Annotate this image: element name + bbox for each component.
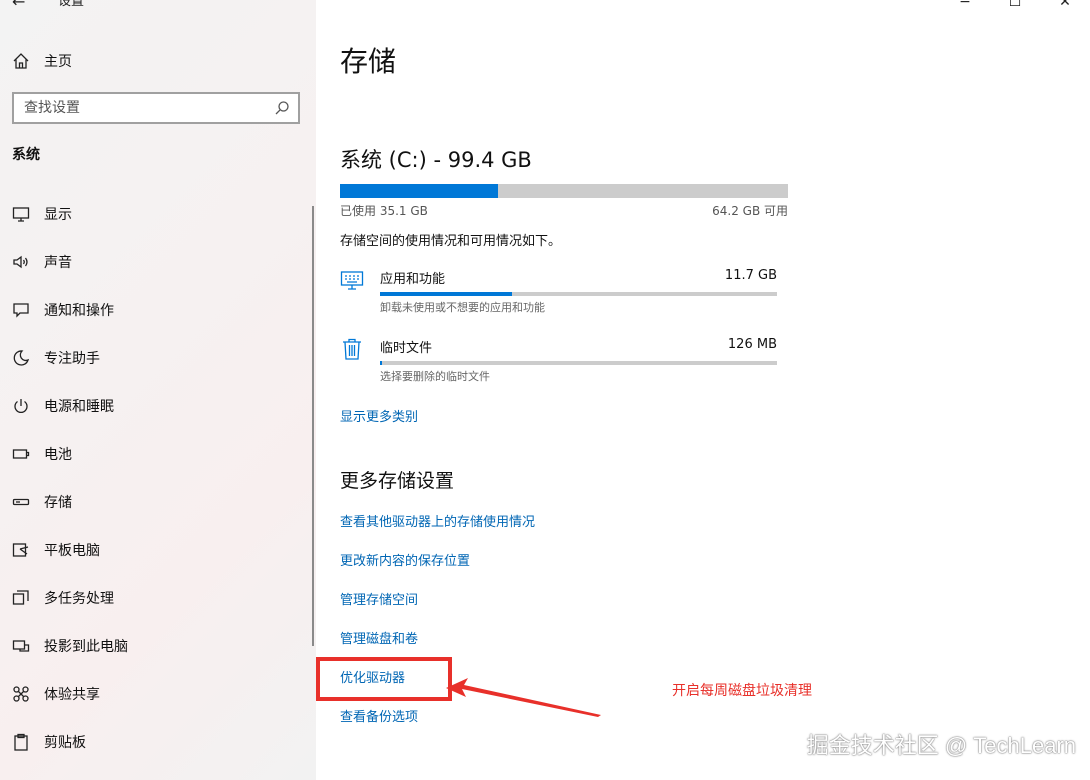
sidebar-item-label: 投影到此电脑 xyxy=(44,639,128,655)
usage-description: 存储空间的使用情况和可用情况如下。 xyxy=(340,234,562,249)
sidebar-item-label: 平板电脑 xyxy=(44,543,100,559)
app-title: 设置 xyxy=(58,0,85,9)
sidebar-item-label: 通知和操作 xyxy=(44,303,114,319)
category-usage-fill xyxy=(380,361,382,365)
sidebar-item-storage[interactable]: 存储 xyxy=(0,478,310,526)
sidebar-item-multitasking[interactable]: 多任务处理 xyxy=(0,574,310,622)
sidebar-item-sound[interactable]: 声音 xyxy=(0,238,310,286)
more-storage-settings-title: 更多存储设置 xyxy=(340,470,455,492)
search-box[interactable] xyxy=(12,92,300,124)
notification-icon xyxy=(12,301,30,319)
sidebar-item-focus-assist[interactable]: 专注助手 xyxy=(0,334,310,382)
battery-icon xyxy=(12,445,30,463)
category-size: 11.7 GB xyxy=(724,268,777,283)
speaker-icon xyxy=(12,253,30,271)
sidebar-item-label: 声音 xyxy=(44,255,72,271)
sidebar-item-battery[interactable]: 电池 xyxy=(0,430,310,478)
sidebar-item-tablet[interactable]: 平板电脑 xyxy=(0,526,310,574)
section-label: 系统 xyxy=(12,147,40,163)
view-backup-options-link[interactable]: 查看备份选项 xyxy=(340,706,418,725)
trash-icon xyxy=(343,338,361,360)
sidebar-item-label: 显示 xyxy=(44,207,72,223)
sidebar: ← 设置 主页 系统 显示 xyxy=(0,0,316,780)
sidebar-item-label: 主页 xyxy=(44,54,72,70)
category-apps-features[interactable]: 应用和功能 11.7 GB 卸载未使用或不想要的应用和功能 xyxy=(340,268,780,318)
annotation-text: 开启每周磁盘垃圾清理 xyxy=(672,683,812,699)
category-temp-files[interactable]: 临时文件 126 MB 选择要删除的临时文件 xyxy=(340,337,780,387)
project-icon xyxy=(12,637,30,655)
sidebar-scrollbar[interactable] xyxy=(312,206,314,646)
sidebar-item-label: 多任务处理 xyxy=(44,591,114,607)
clipboard-icon xyxy=(12,733,30,751)
sidebar-item-label: 电池 xyxy=(44,447,72,463)
watermark: 掘金技术社区 @ TechLearn xyxy=(806,733,1076,758)
manage-disks-volumes-link[interactable]: 管理磁盘和卷 xyxy=(340,628,418,647)
search-icon[interactable] xyxy=(274,100,290,116)
sidebar-item-label: 专注助手 xyxy=(44,351,100,367)
sidebar-nav: 显示 声音 通知和操作 专注助手 电源和睡眠 电池 存储 平板电脑 多任务处理 … xyxy=(0,190,310,766)
settings-window: ← 设置 主页 系统 显示 xyxy=(0,0,1090,780)
apps-icon xyxy=(340,271,364,290)
share-icon xyxy=(12,685,30,703)
drive-usage-bar xyxy=(340,184,788,198)
back-arrow-icon[interactable]: ← xyxy=(12,0,32,12)
window-controls: − ☐ ✕ xyxy=(940,0,1090,14)
sidebar-item-notifications[interactable]: 通知和操作 xyxy=(0,286,310,334)
power-icon xyxy=(12,397,30,415)
maximize-button[interactable]: ☐ xyxy=(990,0,1040,14)
sidebar-item-project-to-pc[interactable]: 投影到此电脑 xyxy=(0,622,310,670)
sidebar-item-label: 体验共享 xyxy=(44,687,100,703)
annotation-highlight-box xyxy=(316,657,452,701)
search-input[interactable] xyxy=(14,94,264,122)
multitask-icon xyxy=(12,589,30,607)
drive-free-label: 64.2 GB 可用 xyxy=(712,204,788,218)
category-size: 126 MB xyxy=(727,337,777,352)
sidebar-item-display[interactable]: 显示 xyxy=(0,190,310,238)
show-more-categories-link[interactable]: 显示更多类别 xyxy=(340,406,418,425)
change-save-location-link[interactable]: 更改新内容的保存位置 xyxy=(340,550,470,569)
manage-storage-spaces-link[interactable]: 管理存储空间 xyxy=(340,589,418,608)
home-icon xyxy=(13,53,29,69)
storage-icon xyxy=(12,493,30,511)
moon-icon xyxy=(12,349,30,367)
category-subtitle: 卸载未使用或不想要的应用和功能 xyxy=(380,301,545,314)
sidebar-item-label: 存储 xyxy=(44,495,72,511)
tablet-icon xyxy=(12,541,30,559)
category-usage-fill xyxy=(380,292,513,296)
drive-usage-fill xyxy=(340,184,499,198)
main-content: − ☐ ✕ 存储 系统 (C:) - 99.4 GB 已使用 35.1 GB 6… xyxy=(316,0,1090,780)
sidebar-item-power-sleep[interactable]: 电源和睡眠 xyxy=(0,382,310,430)
sidebar-item-shared-experiences[interactable]: 体验共享 xyxy=(0,670,310,718)
close-button[interactable]: ✕ xyxy=(1040,0,1090,14)
category-usage-bar xyxy=(380,361,777,365)
sidebar-item-label: 剪贴板 xyxy=(44,735,86,751)
monitor-icon xyxy=(12,205,30,223)
page-title: 存储 xyxy=(340,45,397,78)
sidebar-item-clipboard[interactable]: 剪贴板 xyxy=(0,718,310,766)
category-usage-bar xyxy=(380,292,777,296)
title-bar: ← 设置 xyxy=(0,0,316,16)
sidebar-item-home[interactable]: 主页 xyxy=(12,50,72,72)
sidebar-item-label: 电源和睡眠 xyxy=(44,399,114,415)
view-other-drives-link[interactable]: 查看其他驱动器上的存储使用情况 xyxy=(340,511,535,530)
drive-title: 系统 (C:) - 99.4 GB xyxy=(340,148,532,172)
category-subtitle: 选择要删除的临时文件 xyxy=(380,370,490,383)
minimize-button[interactable]: − xyxy=(940,0,990,14)
